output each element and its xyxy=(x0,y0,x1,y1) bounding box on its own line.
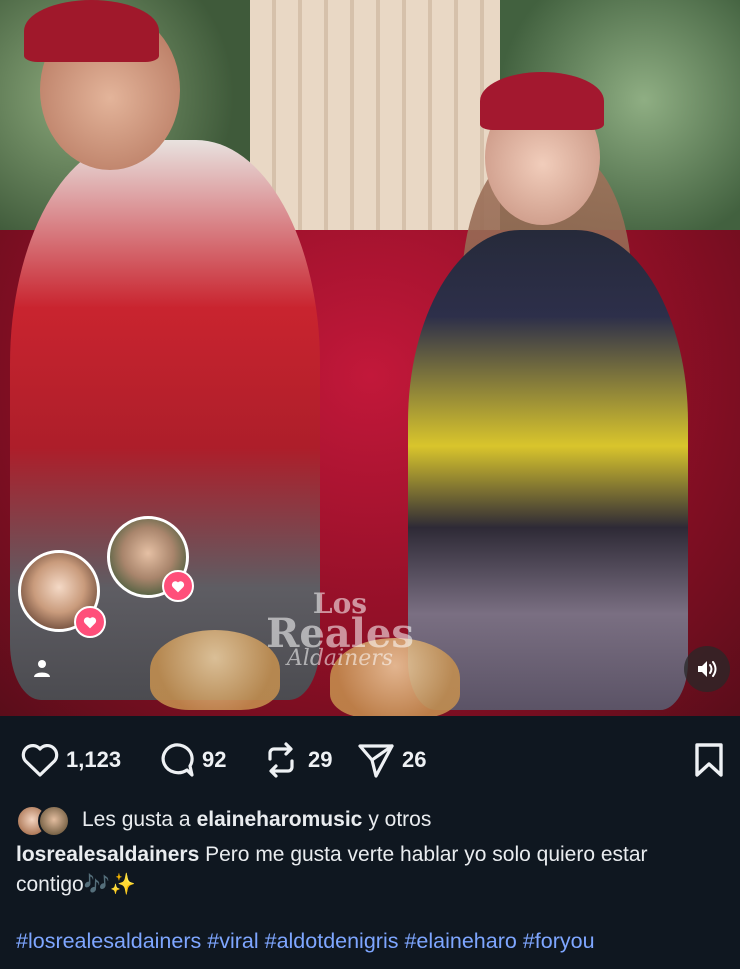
man-cap xyxy=(24,0,159,62)
heart-badge-icon xyxy=(162,570,194,602)
hashtag-link[interactable]: #aldotdenigris xyxy=(265,929,399,953)
liked-by-row[interactable]: Les gusta a elaineharomusic y otros xyxy=(16,804,431,837)
hashtag-link[interactable]: #viral xyxy=(207,929,258,953)
post-caption: losrealesaldainers Pero me gusta verte h… xyxy=(16,840,726,900)
hashtag-link[interactable]: #elaineharo xyxy=(404,929,516,953)
comment-count: 92 xyxy=(202,747,227,772)
liked-by-suffix[interactable]: y otros xyxy=(368,808,431,832)
person-icon[interactable] xyxy=(30,656,54,680)
liked-by-prefix: Les gusta a xyxy=(82,808,191,831)
hashtag-link[interactable]: #losrealesaldainers xyxy=(16,929,201,953)
woman-in-jersey xyxy=(408,230,688,710)
share-button[interactable]: 26 xyxy=(356,740,426,780)
repost-icon xyxy=(268,742,294,778)
watermark: Los Reales Aldainers xyxy=(250,590,430,670)
heart-icon xyxy=(21,744,59,777)
post-view: Los Reales Aldainers 1,123 92 29 26 Les … xyxy=(0,0,740,969)
sound-toggle-button[interactable] xyxy=(684,646,730,692)
avatar xyxy=(38,805,70,837)
hashtag-list: #losrealesaldainers #viral #aldotdenigri… xyxy=(16,929,736,954)
share-icon xyxy=(358,744,394,778)
caption-username-link[interactable]: losrealesaldainers xyxy=(16,843,199,866)
share-count: 26 xyxy=(402,747,427,772)
comment-icon xyxy=(161,743,194,777)
hashtag-link[interactable]: #foryou xyxy=(523,929,595,953)
repost-button[interactable]: 29 xyxy=(260,740,332,780)
heart-badge-icon xyxy=(74,606,106,638)
woman-cap xyxy=(480,72,604,130)
repost-count: 29 xyxy=(308,747,333,772)
like-button[interactable]: 1,123 xyxy=(20,740,121,780)
video-player[interactable]: Los Reales Aldainers xyxy=(0,0,740,716)
save-button[interactable] xyxy=(692,740,726,780)
bookmark-icon xyxy=(695,743,723,777)
liked-by-avatars xyxy=(16,805,74,837)
like-count: 1,123 xyxy=(66,747,122,772)
action-bar: 1,123 92 29 26 xyxy=(0,716,740,806)
sound-icon xyxy=(698,661,717,677)
comment-button[interactable]: 92 xyxy=(154,740,226,780)
liked-by-user-link[interactable]: elaineharomusic xyxy=(197,808,363,832)
